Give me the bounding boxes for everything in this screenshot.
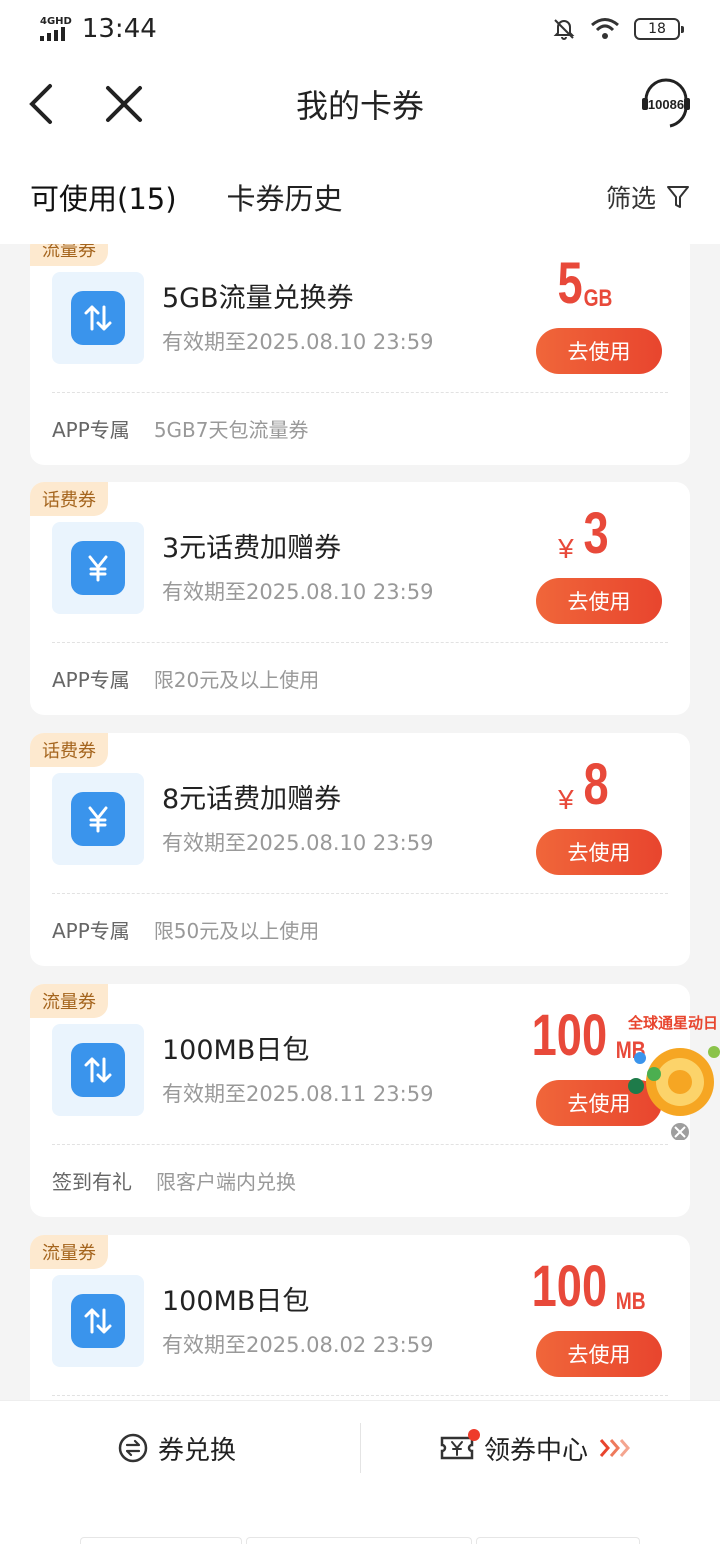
use-button[interactable]: 去使用	[536, 578, 662, 624]
coupon-icon-box	[52, 773, 144, 865]
coupon-card: 流量券 100MB日包 有效期至2025.08.02 23:59 100 MB 去…	[30, 1235, 690, 1400]
currency-symbol: ¥	[558, 533, 574, 564]
coupon-icon-box	[52, 1024, 144, 1116]
coupon-exchange-button[interactable]: 券兑换	[118, 1423, 236, 1473]
coupon-desc: 5GB7天包流量券	[153, 418, 309, 442]
coupon-name: 8元话费加赠券	[162, 784, 342, 815]
coupon-center-label: 领券中心	[484, 1435, 589, 1466]
wifi-icon	[591, 18, 619, 39]
amount-value: 100	[531, 1254, 608, 1319]
funnel-icon	[667, 186, 689, 208]
coupon-expiry: 有效期至2025.08.10 23:59	[162, 831, 434, 855]
coupon-expiry: 有效期至2025.08.10 23:59	[162, 580, 434, 604]
divider	[52, 642, 668, 643]
filter-label: 筛选	[605, 184, 656, 213]
data-arrows-icon	[71, 1043, 125, 1097]
currency-symbol: ¥	[558, 784, 574, 815]
coupon-card: 话费券 8元话费加赠券 有效期至2025.08.10 23:59 ¥8 去使用 …	[30, 733, 690, 966]
svg-text:全球通星动日: 全球通星动日	[627, 1014, 718, 1032]
coupon-tag: 流量券	[30, 1235, 108, 1269]
network-type: 4GHD	[40, 16, 72, 27]
customer-service-icon[interactable]: 10086	[640, 78, 692, 130]
amount-value: 5	[557, 251, 583, 316]
exchange-label: 券兑换	[158, 1435, 237, 1466]
amount-value: 100	[531, 1003, 608, 1068]
coupon-icon-box	[52, 522, 144, 614]
close-icon[interactable]	[102, 82, 146, 126]
coupon-expiry: 有效期至2025.08.11 23:59	[162, 1082, 434, 1106]
tab-available[interactable]: 可使用(15)	[30, 176, 177, 218]
battery-icon: 18	[634, 18, 684, 40]
coupon-expiry: 有效期至2025.08.02 23:59	[162, 1333, 434, 1357]
coupon-name: 100MB日包	[162, 1035, 310, 1066]
coupon-name: 100MB日包	[162, 1286, 310, 1317]
bottom-bar: 券兑换 领券中心	[0, 1400, 720, 1544]
coupon-amount: 100 MB	[510, 1249, 660, 1317]
tab-history[interactable]: 卡券历史	[227, 176, 343, 218]
battery-level: 18	[648, 21, 666, 37]
use-button[interactable]: 去使用	[536, 1331, 662, 1377]
data-arrows-icon	[71, 291, 125, 345]
coupon-card: 流量券 5GB流量兑换券 有效期至2025.08.10 23:59 5 GB 去使…	[30, 244, 690, 465]
divider	[52, 1144, 668, 1145]
coupon-desc: 限20元及以上使用	[153, 668, 320, 692]
coupon-amount: ¥8	[510, 747, 660, 815]
coupon-card: 话费券 3元话费加赠券 有效期至2025.08.10 23:59 ¥3 去使用 …	[30, 482, 690, 715]
back-arrow-icon[interactable]	[22, 80, 62, 128]
coupon-icon-box	[52, 272, 144, 364]
status-bar: 4GHD 13:44 18	[0, 0, 720, 58]
coupon-icon-box	[52, 1275, 144, 1367]
coupon-name: 3元话费加赠券	[162, 533, 342, 564]
divider	[52, 392, 668, 393]
coupon-list[interactable]: 流量券 5GB流量兑换券 有效期至2025.08.10 23:59 5 GB 去使…	[0, 244, 720, 1400]
coupon-source: APP专属	[52, 418, 130, 442]
coupon-tag: 流量券	[30, 984, 108, 1018]
amount-value: 8	[583, 752, 609, 817]
coupon-tag: 话费券	[30, 482, 108, 516]
triple-chevron-icon	[599, 1439, 631, 1457]
coupon-desc: 限50元及以上使用	[153, 919, 320, 943]
amount-unit: MB	[615, 1288, 646, 1315]
mute-bell-icon	[553, 19, 575, 40]
data-arrows-icon	[71, 1294, 125, 1348]
use-button[interactable]: 去使用	[536, 328, 662, 374]
yuan-icon	[71, 541, 125, 595]
floating-promo[interactable]: 全球通星动日	[624, 1004, 720, 1141]
amount-unit: GB	[583, 285, 613, 312]
bottom-divider	[360, 1423, 361, 1473]
coupon-source: APP专属	[52, 668, 130, 692]
exchange-icon	[118, 1433, 148, 1463]
header: 我的卡券 10086	[0, 58, 720, 150]
coupon-card: 流量券 100MB日包 有效期至2025.08.11 23:59 100 MB 去…	[30, 984, 690, 1217]
status-time: 13:44	[81, 14, 157, 44]
coupon-name: 5GB流量兑换券	[162, 283, 354, 314]
signal-icon: 4GHD	[40, 17, 72, 41]
coupon-desc: 限客户端内兑换	[156, 1170, 296, 1194]
coupon-center-button[interactable]: 领券中心	[440, 1423, 632, 1473]
use-button[interactable]: 去使用	[536, 829, 662, 875]
coupon-source: APP专属	[52, 919, 130, 943]
coupon-source: 签到有礼	[52, 1170, 132, 1194]
notification-dot	[468, 1429, 480, 1441]
coupon-tag: 话费券	[30, 733, 108, 767]
yuan-icon	[71, 792, 125, 846]
coupon-expiry: 有效期至2025.08.10 23:59	[162, 330, 434, 354]
filter-button[interactable]: 筛选	[606, 179, 690, 215]
coupon-amount: 5 GB	[510, 246, 660, 314]
coupon-tag: 流量券	[30, 244, 108, 266]
amount-value: 3	[583, 501, 609, 566]
tab-bar: 可使用(15) 卡券历史 筛选	[0, 150, 720, 244]
svg-text:10086: 10086	[648, 97, 684, 112]
coupon-amount: ¥3	[510, 496, 660, 564]
divider	[52, 1395, 668, 1396]
ticket-icon	[440, 1429, 480, 1463]
bottom-edge	[0, 1537, 720, 1544]
divider	[52, 893, 668, 894]
